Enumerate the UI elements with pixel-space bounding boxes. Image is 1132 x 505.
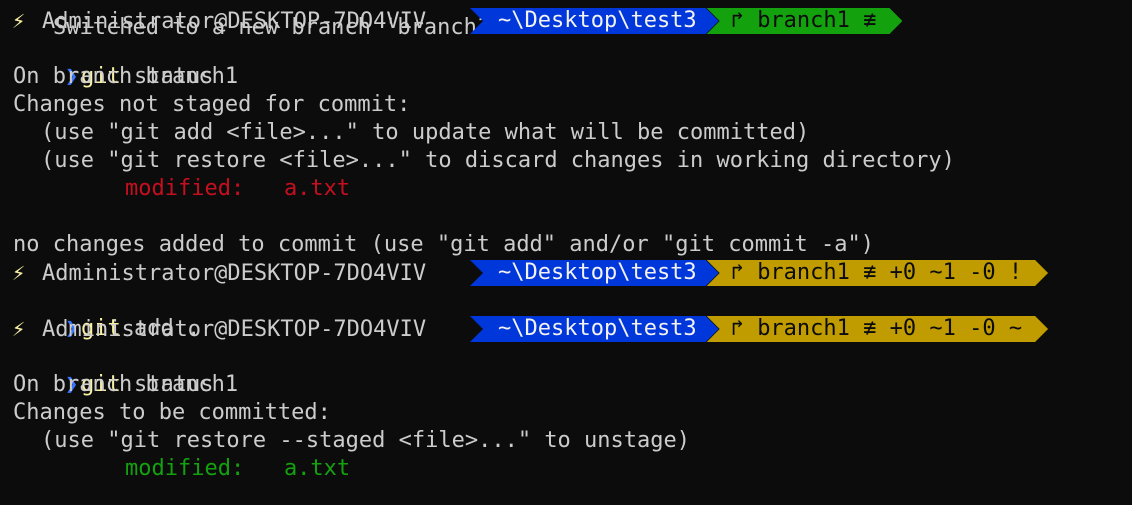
bolt-icon: ⚡ [12,316,26,342]
path-segment: ~\Desktop\test3 [470,316,719,342]
path-text: ~\Desktop\test3 [498,316,697,341]
prompt-line: ⚡ Administrator@DESKTOP-7DO4VIV ~\Deskto… [0,315,1048,343]
output-text: Changes to be committed: [13,400,331,425]
output-text: On branch branch1 [13,64,239,89]
command-line: ❯ git add . [0,287,200,341]
output-line: (use "git restore <file>..." to discard … [41,147,955,175]
prompt-line: ⚡ Administrator@DESKTOP-7DO4VIV ~\Deskto… [0,259,1048,287]
prompt-line: ⚡ Administrator@DESKTOP-7DO4VIV ~\Deskto… [0,7,902,35]
path-segment: ~\Desktop\test3 [470,8,719,34]
modified-file-line: modified: a.txt [125,455,350,483]
git-segment: ↱ branch1 ≢ [707,8,903,34]
path-text: ~\Desktop\test3 [498,260,697,285]
modified-file-text: modified: a.txt [125,176,351,201]
user-host: Administrator@DESKTOP-7DO4VIV [42,260,427,286]
git-status-text: branch1 ≢ [757,8,877,33]
branch-icon: ↱ [730,316,744,341]
modified-file-line: modified: a.txt [125,175,350,203]
git-status-text: branch1 ≢ +0 ~1 -0 ~ [757,316,1023,341]
output-line: (use "git add <file>..." to update what … [41,119,809,147]
terminal-window[interactable]: Switched to a new branch 'branch1' ⚡ Adm… [0,0,1132,505]
output-line: Changes not staged for commit: [13,91,410,119]
output-text: On branch branch1 [13,372,239,397]
user-host: Administrator@DESKTOP-7DO4VIV [42,316,427,342]
output-hint-text: (use "git add <file>..." to update what … [41,120,810,145]
branch-icon: ↱ [730,8,744,33]
output-line: no changes added to commit (use "git add… [13,231,874,259]
git-segment: ↱ branch1 ≢ +0 ~1 -0 ~ [707,316,1048,342]
branch-icon: ↱ [730,260,744,285]
modified-file-text: modified: a.txt [125,456,351,481]
git-status-text: branch1 ≢ +0 ~1 -0 ! [757,260,1023,285]
output-line: On branch branch1 [13,371,238,399]
path-segment: ~\Desktop\test3 [470,260,719,286]
output-line: On branch branch1 [13,63,238,91]
bolt-icon: ⚡ [12,8,26,34]
output-line: (use "git restore --staged <file>..." to… [41,427,690,455]
output-text: no changes added to commit (use "git add… [13,232,874,257]
output-text: Changes not staged for commit: [13,92,411,117]
git-segment: ↱ branch1 ≢ +0 ~1 -0 ! [707,260,1048,286]
output-hint-text: (use "git restore --staged <file>..." to… [41,428,691,453]
command-line: ❯ git status [0,343,213,397]
bolt-icon: ⚡ [12,260,26,286]
output-hint-text: (use "git restore <file>..." to discard … [41,148,955,173]
user-host: Administrator@DESKTOP-7DO4VIV [42,8,427,34]
command-line: ❯ git status [0,35,213,89]
path-text: ~\Desktop\test3 [498,8,697,33]
output-line: Changes to be committed: [13,399,331,427]
